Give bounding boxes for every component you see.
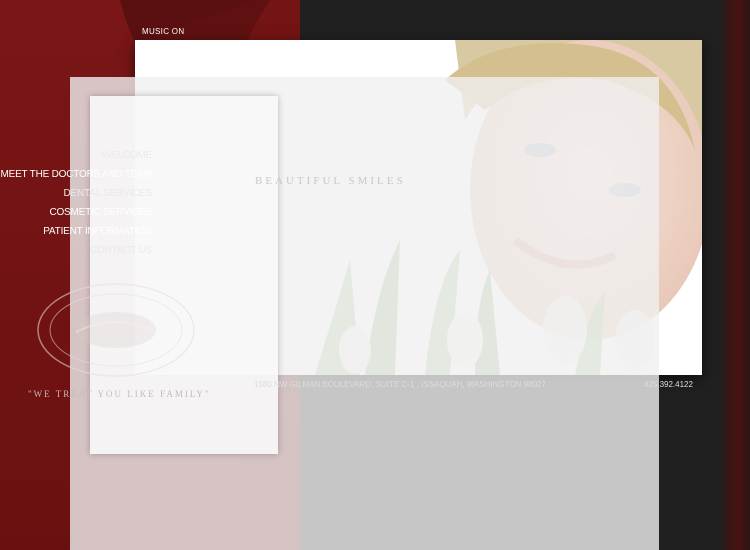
hero-tagline: BEAUTIFUL SMILES [255, 175, 406, 187]
music-toggle[interactable]: MUSIC ON [142, 27, 184, 36]
footer-phone[interactable]: 425.392.4122 [644, 380, 693, 389]
practice-logo-seal [37, 283, 195, 377]
nav-item-patient-information[interactable]: PATIENT INFORMATION [0, 222, 152, 241]
nav-item-meet-the-doctors[interactable]: MEET THE DOCTORS AND TEAM [0, 165, 152, 184]
practice-motto: "WE TREAT YOU LIKE FAMILY" [28, 389, 211, 399]
footer-address: 1580 NW GILMAN BOULEVARD, SUITE C-1 , IS… [254, 380, 546, 389]
nav-item-dental-services[interactable]: DENTAL SERVICES [0, 184, 152, 203]
nav-item-welcome[interactable]: WELCOME [0, 146, 152, 165]
nav-item-cosmetic-services[interactable]: COSMETIC SERVICES [0, 203, 152, 222]
main-navigation: WELCOME MEET THE DOCTORS AND TEAM DENTAL… [0, 146, 152, 260]
nav-item-contact-us[interactable]: CONTACT US [0, 241, 152, 260]
right-border [722, 0, 750, 550]
